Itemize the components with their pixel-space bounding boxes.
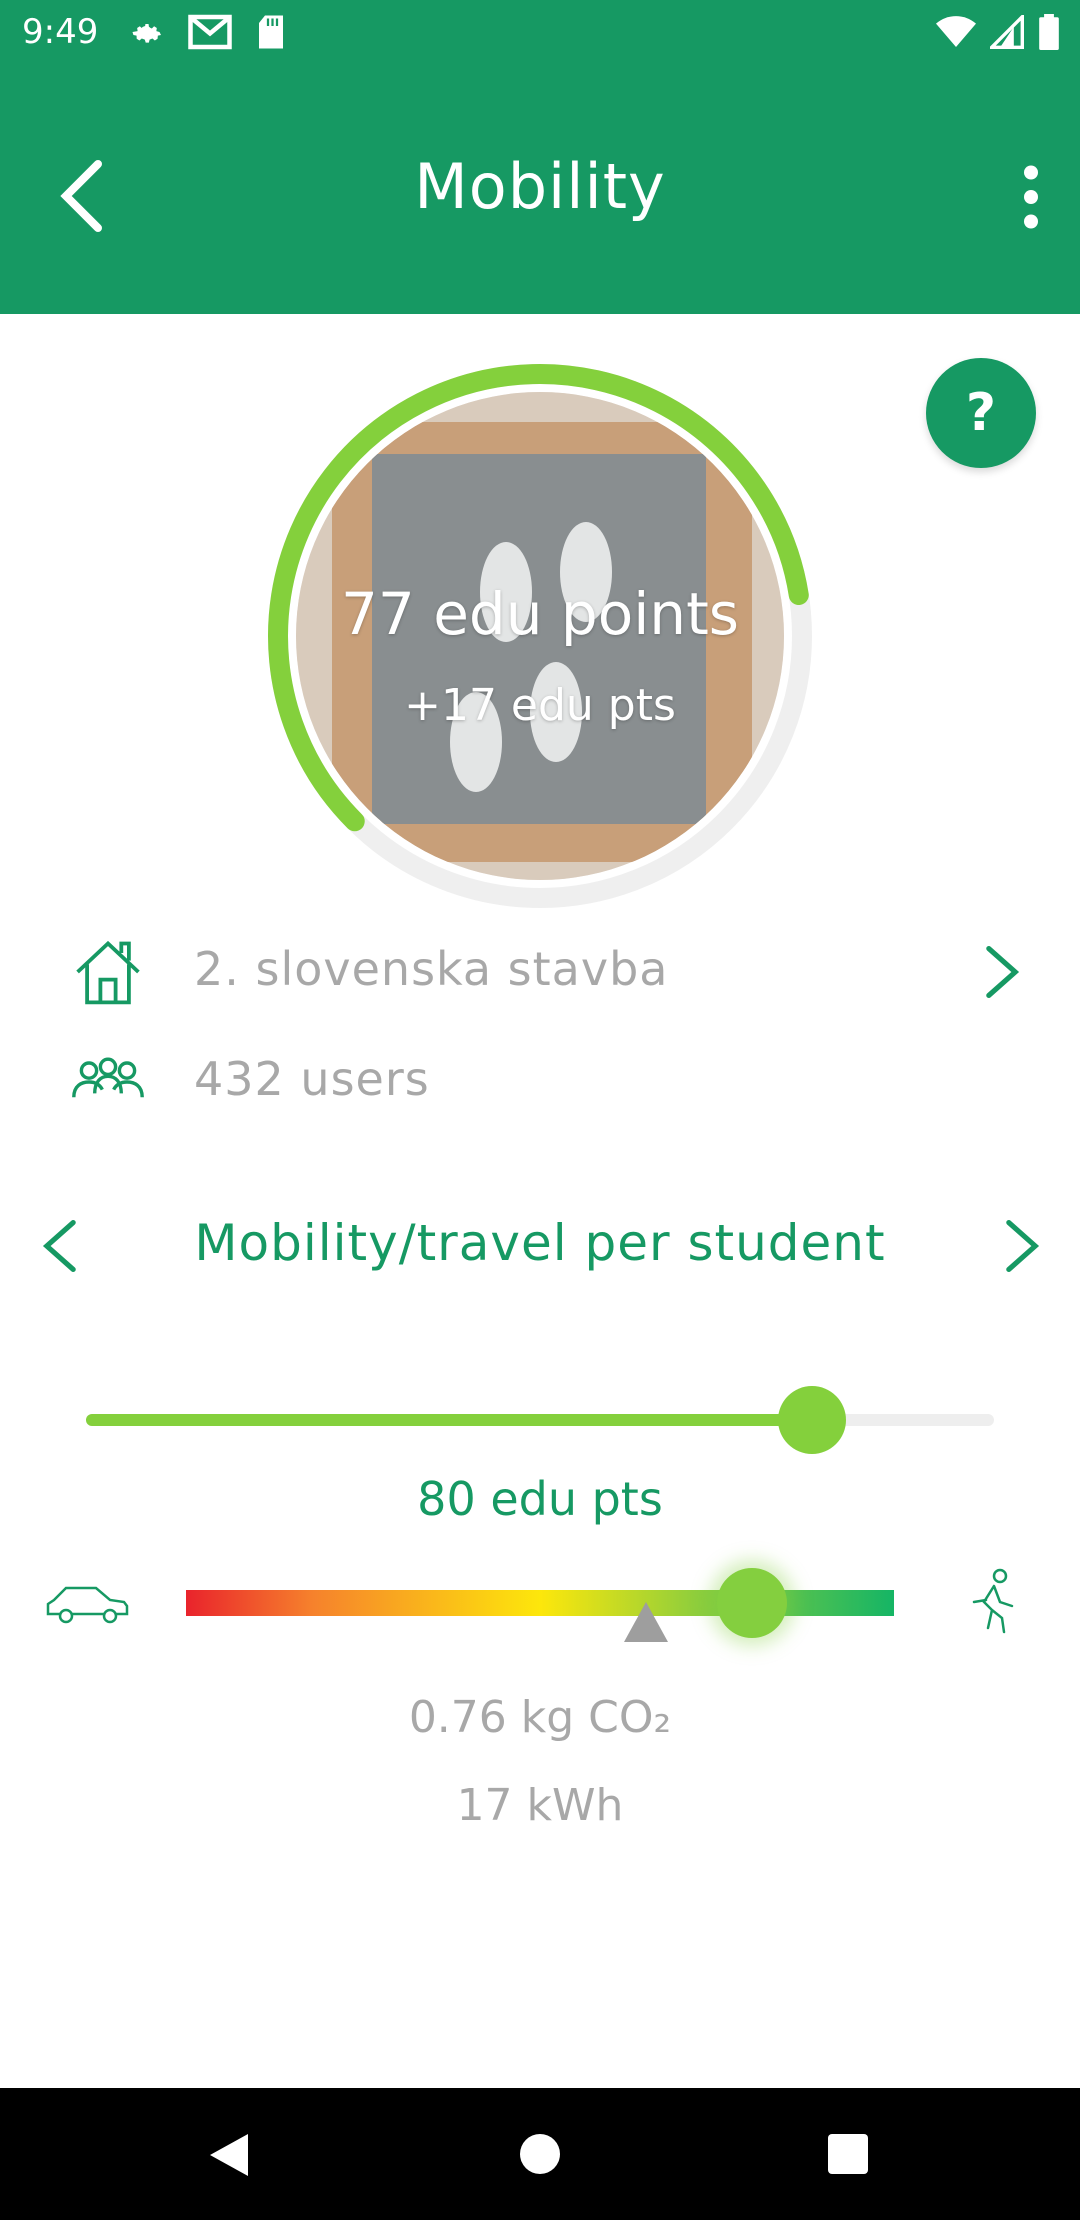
more-vert-icon[interactable] [1006, 162, 1056, 232]
wifi-icon [936, 16, 976, 47]
status-bar: 9:49 [0, 0, 1080, 66]
co2-knob[interactable] [717, 1568, 788, 1638]
home-icon [76, 940, 140, 1005]
points-slider-fill [86, 1414, 813, 1426]
system-nav-bar [0, 2088, 1080, 2220]
next-category-button[interactable] [1000, 1216, 1044, 1276]
category-title: Mobility/travel per student [194, 1214, 886, 1272]
battery-icon [1039, 14, 1059, 50]
page-title: Mobility [414, 150, 666, 223]
chevron-right-icon[interactable] [980, 942, 1024, 1002]
points-slider[interactable] [86, 1386, 994, 1454]
building-name: 2. slovenska stavba [194, 942, 669, 996]
building-row[interactable]: 2. slovenska stavba [0, 924, 1080, 1014]
car-icon [46, 1586, 129, 1624]
system-home-icon[interactable] [520, 2134, 560, 2174]
score-delta: +17 edu pts [404, 680, 676, 731]
co2-scale [0, 1560, 1080, 1642]
settings-icon [132, 24, 161, 43]
walking-icon [972, 1568, 1014, 1634]
users-icon [72, 1057, 144, 1098]
points-slider-label: 80 edu pts [417, 1472, 663, 1526]
co2-gradient-bar [186, 1590, 894, 1616]
users-count: 432 users [194, 1052, 430, 1106]
sd-card-icon [259, 15, 283, 49]
system-recents-icon[interactable] [828, 2134, 868, 2174]
system-back-icon[interactable] [206, 2130, 252, 2180]
cell-signal-icon [990, 15, 1024, 49]
points-slider-knob[interactable] [778, 1386, 847, 1454]
app-bar: Mobility [0, 66, 1080, 314]
status-time: 9:49 [22, 12, 99, 52]
average-marker [624, 1602, 669, 1642]
score-points: 77 edu points [340, 580, 740, 648]
gmail-icon [188, 14, 232, 50]
category-nav: Mobility/travel per student [0, 1206, 1080, 1286]
users-row: 432 users [0, 1034, 1080, 1124]
help-button[interactable]: ? [926, 358, 1036, 468]
score-ring: 77 edu points +17 edu pts [266, 362, 814, 910]
energy-value: 17 kWh [456, 1780, 624, 1831]
co2-value: 0.76 kg CO₂ [408, 1692, 672, 1743]
